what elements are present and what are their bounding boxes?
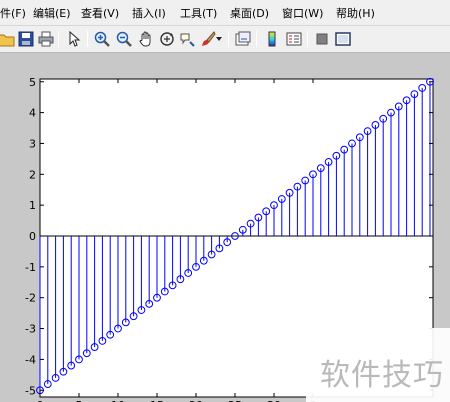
y-tick-label: -2 bbox=[25, 292, 36, 305]
menu-tools[interactable]: 工具(T) bbox=[180, 5, 217, 21]
watermark-text: 软件技巧 bbox=[320, 358, 444, 393]
y-tick-label: 0 bbox=[29, 230, 36, 243]
show-plot-tools-icon[interactable] bbox=[333, 29, 353, 49]
toolbar-separator bbox=[87, 31, 88, 47]
pointer-arrow-icon[interactable] bbox=[64, 29, 84, 49]
link-plot-icon[interactable] bbox=[233, 29, 253, 49]
zoom-in-icon[interactable] bbox=[92, 29, 112, 49]
y-tick-label: 3 bbox=[29, 137, 36, 150]
data-cursor-icon[interactable] bbox=[177, 29, 197, 49]
y-tick-label: -3 bbox=[25, 323, 36, 336]
menu-help[interactable]: 帮助(H) bbox=[336, 5, 375, 21]
y-tick-label: -5 bbox=[25, 384, 36, 397]
toolbar-separator bbox=[228, 31, 229, 47]
print-icon[interactable] bbox=[36, 29, 56, 49]
menu-edit[interactable]: 编辑(E) bbox=[33, 5, 71, 21]
y-tick-label: -1 bbox=[25, 261, 36, 274]
menu-file[interactable]: 件(F) bbox=[0, 5, 26, 21]
menu-view[interactable]: 查看(V) bbox=[81, 5, 119, 21]
zoom-out-icon[interactable] bbox=[114, 29, 134, 49]
y-tick-label: -4 bbox=[25, 353, 36, 366]
menu-insert[interactable]: 插入(I) bbox=[132, 5, 166, 21]
legend-icon[interactable] bbox=[284, 29, 304, 49]
save-icon[interactable] bbox=[16, 29, 36, 49]
watermark-overlay: 软件技巧 bbox=[306, 328, 450, 402]
toolbar-separator bbox=[307, 31, 308, 47]
dropdown-arrow-icon[interactable] bbox=[214, 29, 224, 49]
toolbar-separator bbox=[58, 31, 59, 47]
open-folder-icon[interactable] bbox=[0, 29, 16, 49]
toolbar-separator bbox=[256, 31, 257, 47]
menu-bar: 件(F) 编辑(E) 查看(V) 插入(I) 工具(T) 桌面(D) 窗口(W)… bbox=[0, 0, 450, 26]
y-tick-label: 4 bbox=[29, 107, 36, 120]
colorbar-icon[interactable] bbox=[262, 29, 282, 49]
y-tick-label: 5 bbox=[29, 76, 36, 89]
menu-desktop[interactable]: 桌面(D) bbox=[230, 5, 269, 21]
y-tick-label: 2 bbox=[29, 168, 36, 181]
y-tick-label: 1 bbox=[29, 199, 36, 212]
toolbar bbox=[0, 26, 450, 53]
hide-plot-tools-icon[interactable] bbox=[312, 29, 332, 49]
menu-window[interactable]: 窗口(W) bbox=[282, 5, 323, 21]
rotate-3d-icon[interactable] bbox=[157, 29, 177, 49]
pan-hand-icon[interactable] bbox=[136, 29, 156, 49]
